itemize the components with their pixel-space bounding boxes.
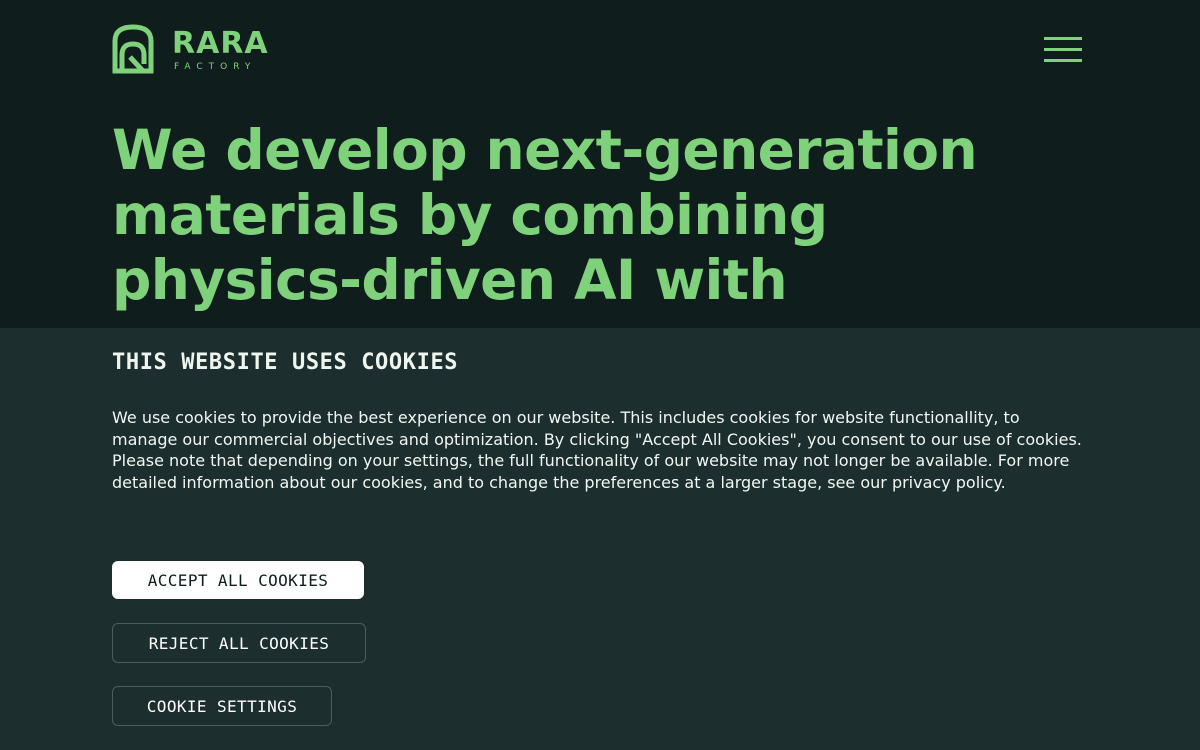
cookie-settings-button[interactable]: COOKIE SETTINGS — [112, 686, 332, 726]
accept-all-cookies-button[interactable]: ACCEPT ALL COOKIES — [112, 561, 364, 599]
cookie-banner-title: THIS WEBSITE USES COOKIES — [112, 350, 459, 375]
rara-factory-logo-icon — [112, 24, 154, 74]
menu-line — [1044, 59, 1082, 62]
menu-line — [1044, 37, 1082, 40]
cookie-banner: THIS WEBSITE USES COOKIES We use cookies… — [0, 328, 1200, 750]
logo-subtext: FACTORY — [174, 61, 257, 72]
cookie-banner-paragraph-2: Please note that depending on your setti… — [112, 451, 1070, 492]
logo-wordmark: RARA — [172, 25, 269, 61]
hero-headline: We develop next-generation materials by … — [112, 118, 978, 312]
cookie-banner-text: We use cookies to provide the best exper… — [112, 407, 1087, 493]
reject-all-cookies-button[interactable]: REJECT ALL COOKIES — [112, 623, 366, 663]
logo-text: RARA FACTORY — [172, 25, 269, 72]
site-header: RARA FACTORY — [112, 24, 1082, 76]
hamburger-menu-icon[interactable] — [1044, 37, 1082, 63]
menu-line — [1044, 48, 1082, 51]
page: RARA FACTORY We develop next-generation … — [0, 0, 1200, 750]
cookie-banner-paragraph-1: We use cookies to provide the best exper… — [112, 408, 1082, 449]
logo[interactable]: RARA FACTORY — [112, 24, 269, 74]
